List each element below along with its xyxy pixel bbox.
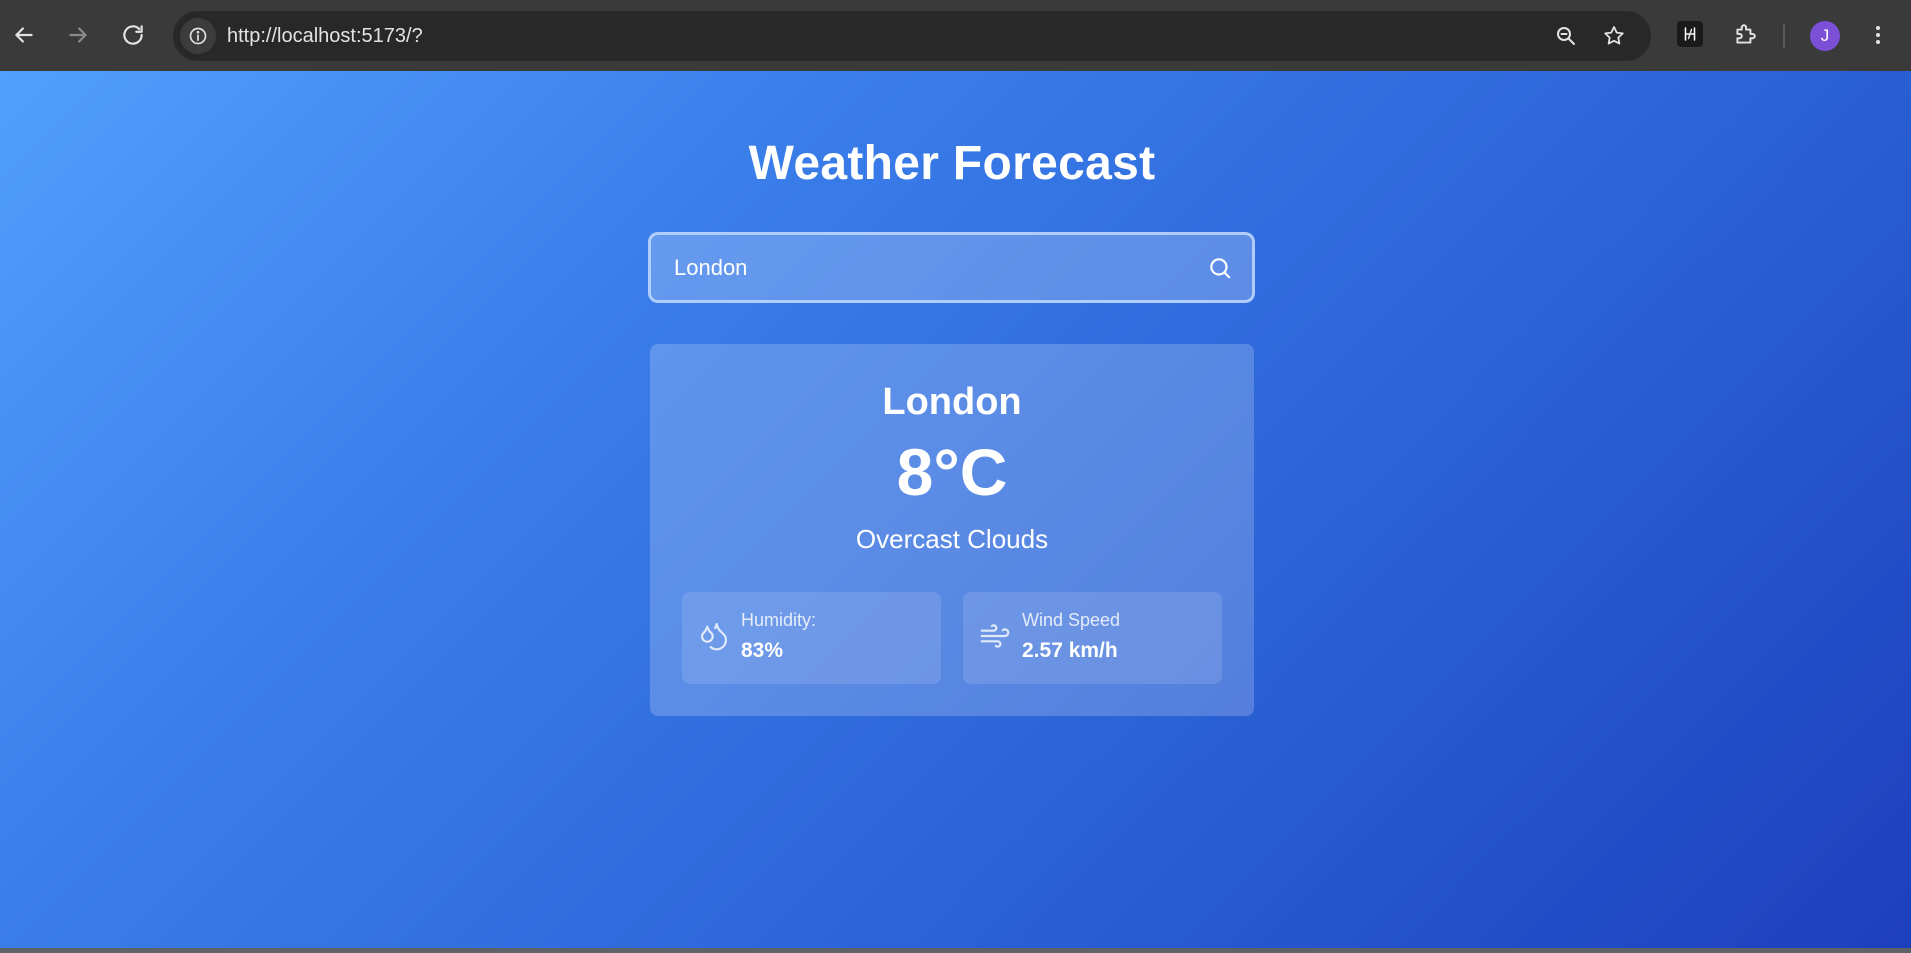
- arrow-right-icon: [69, 27, 87, 43]
- wind-stat: Wind Speed 2.57 km/h: [963, 592, 1222, 684]
- droplets-icon: [700, 622, 728, 651]
- humidity-label: Humidity:: [741, 610, 817, 630]
- search-button[interactable]: [1206, 254, 1234, 282]
- forward-button[interactable]: [58, 15, 98, 55]
- puzzle-icon: [1736, 24, 1756, 44]
- wind-value: 2.57 km/h: [1022, 639, 1118, 662]
- humidity-stat: Humidity: 83%: [682, 592, 941, 684]
- toolbar-divider: [1783, 24, 1785, 48]
- wind-label: Wind Speed: [1022, 610, 1121, 630]
- window-bottom-edge: [0, 948, 1911, 953]
- search-box[interactable]: [648, 232, 1255, 303]
- weather-app: Weather Forecast London 8°C Overcast Clo…: [0, 71, 1911, 948]
- city-name: London: [882, 381, 1022, 423]
- extension-icon: [1684, 27, 1696, 41]
- weather-description: Overcast Clouds: [855, 524, 1049, 554]
- search-input[interactable]: [672, 235, 1172, 300]
- bookmark-button[interactable]: [1599, 21, 1629, 51]
- weather-card: London 8°C Overcast Clouds Humidity: 83%…: [650, 344, 1254, 716]
- page-title: Weather Forecast: [748, 137, 1156, 190]
- browser-menu-button[interactable]: [1860, 17, 1896, 53]
- browser-toolbar: http://localhost:5173/? J: [0, 0, 1911, 71]
- extension-button[interactable]: [1677, 21, 1703, 47]
- info-icon: [189, 27, 207, 45]
- back-button[interactable]: [4, 15, 44, 55]
- reload-button[interactable]: [113, 15, 153, 55]
- zoom-button[interactable]: [1551, 21, 1581, 51]
- zoom-icon: [1557, 27, 1575, 45]
- temperature: 8°C: [896, 435, 1008, 509]
- site-info-button[interactable]: [180, 18, 216, 54]
- address-bar[interactable]: http://localhost:5173/?: [173, 11, 1651, 61]
- profile-avatar[interactable]: J: [1810, 21, 1840, 51]
- reload-icon: [123, 25, 143, 45]
- arrow-left-icon: [15, 27, 33, 43]
- extensions-menu-button[interactable]: [1727, 17, 1763, 53]
- url-text[interactable]: http://localhost:5173/?: [227, 11, 423, 61]
- kebab-menu-icon: [1876, 26, 1880, 44]
- star-icon: [1604, 26, 1624, 45]
- wind-icon: [980, 624, 1010, 648]
- humidity-value: 83%: [741, 639, 784, 662]
- search-icon: [1210, 258, 1231, 279]
